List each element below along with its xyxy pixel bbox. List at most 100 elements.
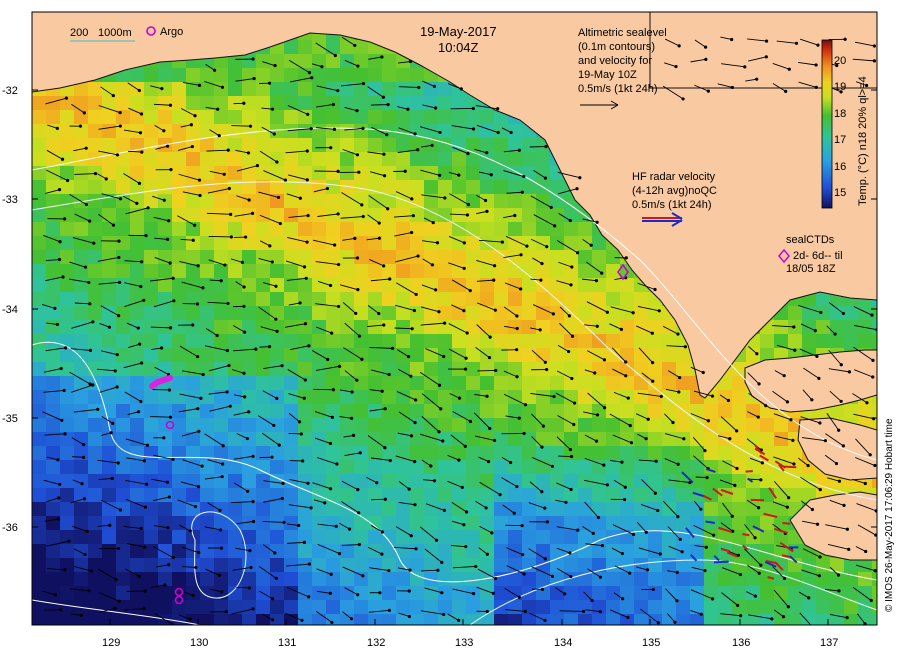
velocity-arrow-head	[837, 589, 841, 593]
velocity-arrow-head	[306, 112, 310, 116]
temperature-pixel	[102, 166, 117, 181]
temperature-pixel	[214, 376, 229, 391]
temperature-pixel	[802, 558, 817, 573]
temperature-pixel	[508, 614, 523, 625]
temperature-pixel	[648, 586, 663, 601]
velocity-arrow-head	[272, 423, 276, 428]
temperature-pixel	[760, 600, 775, 615]
temperature-pixel	[214, 68, 229, 83]
temperature-pixel	[130, 418, 145, 433]
temperature-pixel	[46, 138, 61, 153]
temperature-pixel	[242, 446, 257, 461]
velocity-arrow-head	[85, 529, 89, 533]
temperature-pixel	[340, 306, 355, 321]
temperature-pixel	[536, 222, 551, 237]
temperature-pixel	[536, 306, 551, 321]
temperature-pixel	[732, 502, 747, 517]
velocity-arrow-head	[272, 132, 276, 136]
velocity-arrow-head	[328, 283, 333, 288]
velocity-arrow-head	[303, 378, 307, 382]
temperature-pixel	[466, 502, 481, 517]
temperature-pixel	[410, 222, 425, 237]
temperature-pixel	[662, 404, 677, 419]
velocity-arrow-head	[596, 515, 601, 520]
temperature-pixel	[214, 530, 229, 545]
temperature-pixel	[186, 460, 201, 475]
velocity-arrow-head	[326, 357, 330, 362]
temperature-pixel	[872, 320, 877, 335]
temperature-pixel	[144, 502, 159, 517]
velocity-arrow-head	[145, 482, 149, 486]
velocity-arrow-head	[551, 312, 555, 316]
velocity-arrow-head	[219, 279, 223, 283]
temperature-pixel	[32, 110, 47, 125]
temperature-pixel	[410, 152, 425, 167]
velocity-arrow-head	[645, 568, 650, 572]
velocity-arrow-head	[673, 620, 677, 624]
temperature-pixel	[424, 446, 439, 461]
temperature-pixel	[606, 292, 621, 307]
temperature-pixel	[368, 418, 383, 433]
temperature-pixel	[872, 614, 877, 625]
velocity-arrow-head	[59, 608, 63, 612]
velocity-arrow-head	[117, 599, 121, 603]
velocity-arrow-head	[870, 313, 874, 317]
temperature-pixel	[228, 502, 243, 517]
temperature-pixel	[382, 166, 397, 181]
temperature-pixel	[242, 54, 257, 69]
velocity-arrow-head	[336, 169, 340, 173]
velocity-arrow-head	[605, 483, 610, 487]
temperature-pixel	[858, 334, 873, 349]
velocity-arrow-head	[53, 306, 57, 310]
temperature-pixel	[284, 194, 299, 209]
temperature-pixel	[74, 432, 89, 447]
temperature-pixel	[200, 152, 215, 167]
temperature-pixel	[144, 544, 159, 559]
temperature-pixel	[284, 40, 299, 55]
temperature-pixel	[116, 516, 131, 531]
temperature-pixel	[396, 166, 411, 181]
velocity-arrow-head	[350, 416, 354, 420]
temperature-pixel	[368, 390, 383, 405]
velocity-arrow-head	[193, 114, 197, 118]
velocity-arrow-head	[380, 552, 384, 556]
temperature-pixel	[480, 376, 495, 391]
velocity-arrow-head	[847, 547, 851, 551]
temperature-pixel	[564, 404, 579, 419]
temperature-pixel	[270, 334, 285, 349]
velocity-arrow-head	[570, 265, 574, 269]
temperature-pixel	[382, 432, 397, 447]
temperature-pixel	[102, 558, 117, 573]
temperature-pixel	[88, 432, 103, 447]
temperature-pixel	[228, 194, 243, 209]
temperature-pixel	[130, 530, 145, 545]
temperature-pixel	[382, 110, 397, 125]
velocity-arrow-head	[138, 342, 142, 346]
velocity-arrow-head	[602, 358, 607, 362]
velocity-arrow-head	[413, 421, 417, 425]
temperature-pixel	[340, 236, 355, 251]
temperature-pixel	[326, 138, 341, 153]
velocity-arrow-head	[484, 506, 488, 510]
temperature-pixel	[508, 516, 523, 531]
temperature-pixel	[340, 376, 355, 391]
temperature-pixel	[102, 348, 117, 363]
velocity-arrow-head	[756, 415, 760, 419]
velocity-arrow-head	[139, 112, 144, 116]
temperature-pixel	[466, 614, 481, 625]
velocity-arrow-head	[755, 352, 759, 356]
contour-1000-label: 1000m	[98, 27, 132, 39]
temperature-pixel	[648, 600, 663, 615]
velocity-arrow-head	[89, 569, 93, 573]
temperature-pixel	[32, 348, 47, 363]
temperature-pixel	[396, 404, 411, 419]
velocity-arrow-head	[570, 376, 574, 381]
velocity-arrow-head	[873, 463, 877, 468]
temperature-pixel	[158, 334, 173, 349]
velocity-arrow	[231, 125, 251, 127]
velocity-arrow-head	[189, 123, 193, 127]
temperature-pixel	[536, 474, 551, 489]
velocity-arrow-head	[356, 64, 360, 68]
velocity-arrow-head	[620, 551, 624, 556]
velocity-arrow-head	[659, 394, 663, 399]
